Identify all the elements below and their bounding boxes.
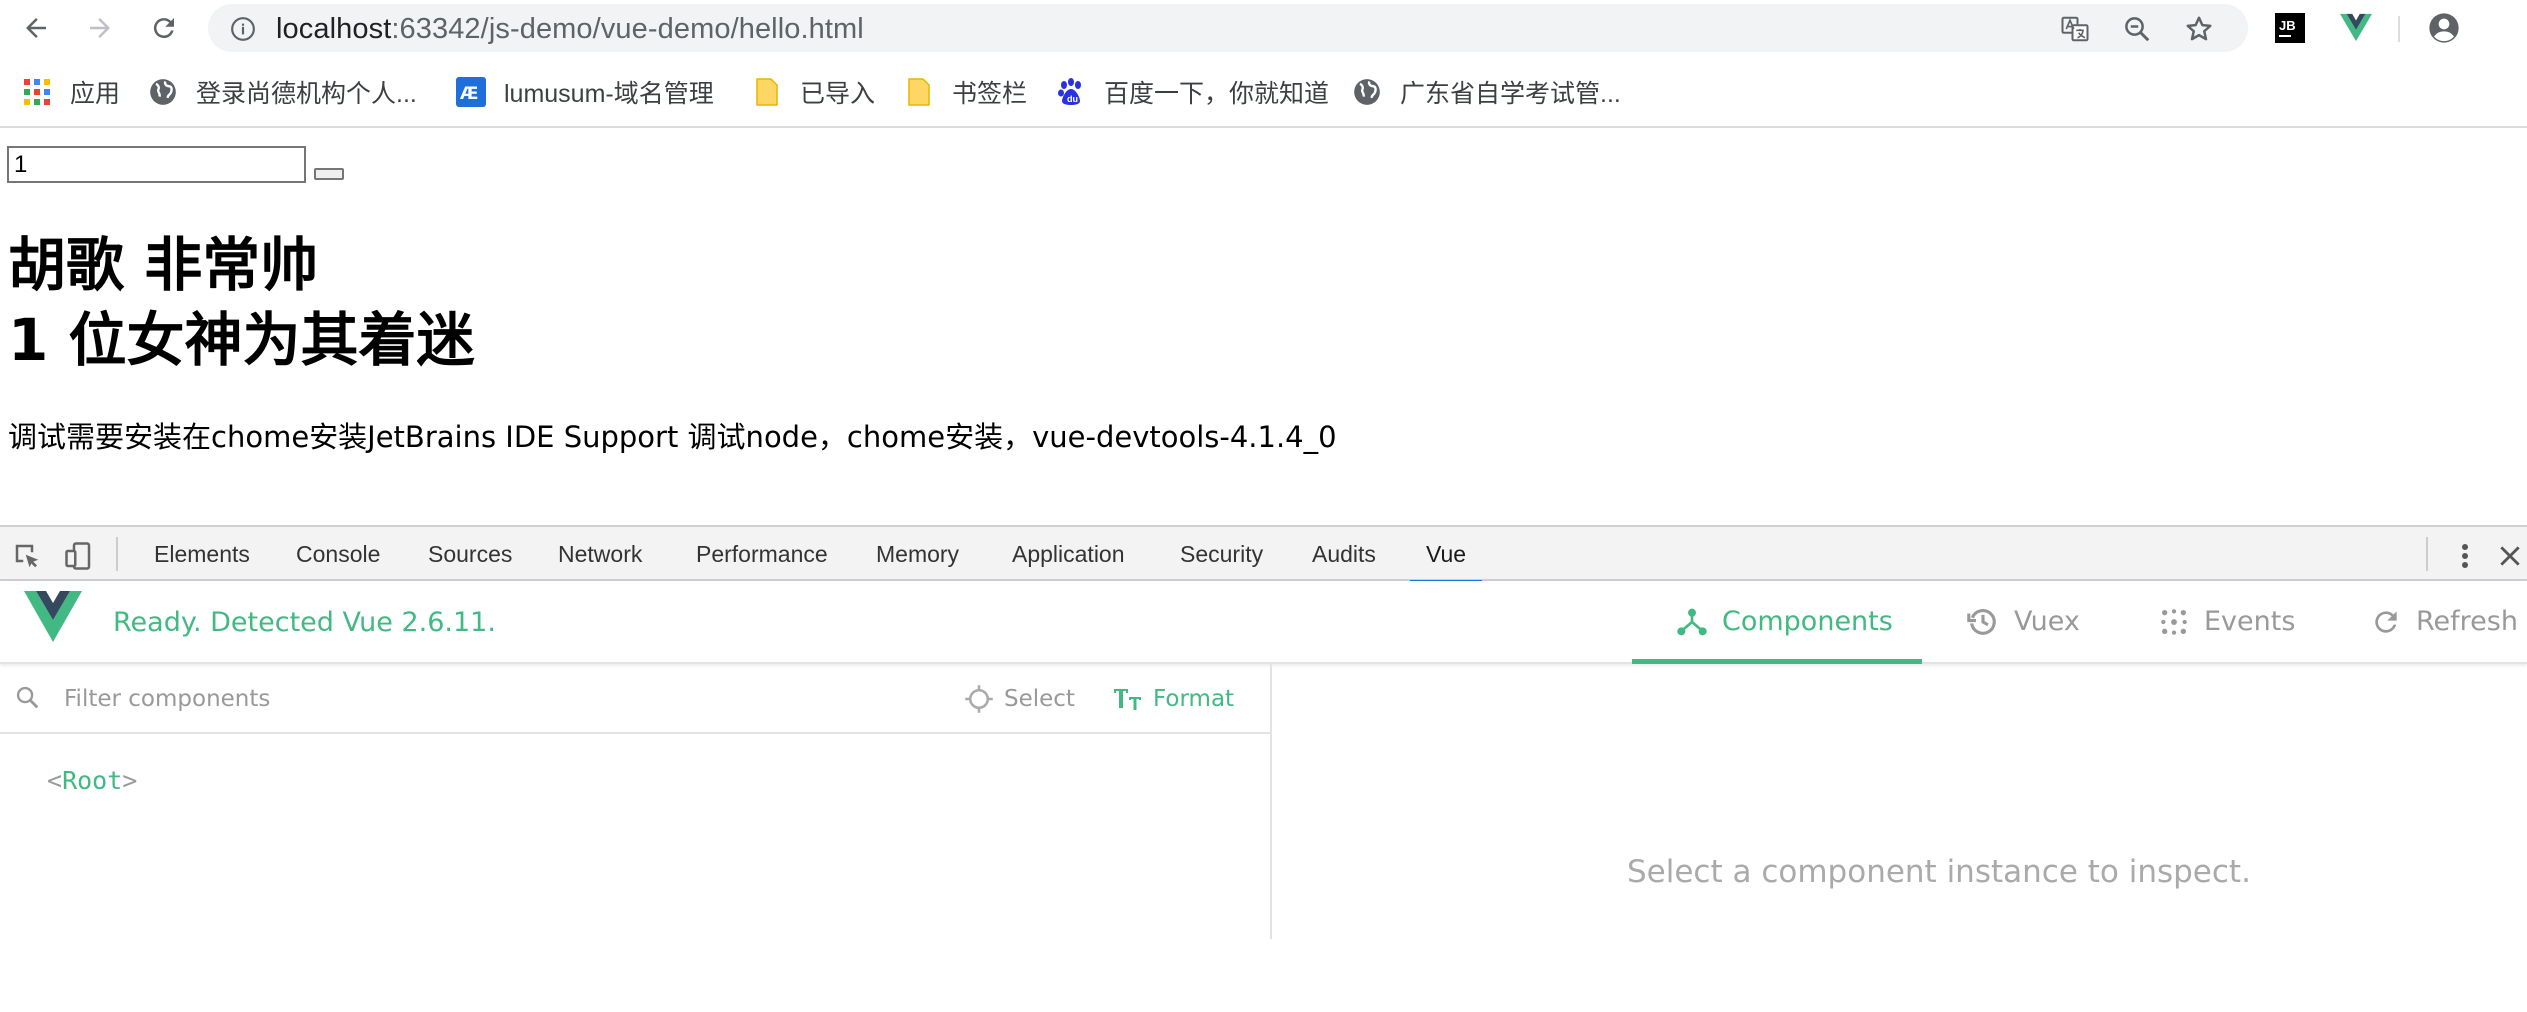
search-icon (14, 684, 42, 716)
translate-icon[interactable] (2060, 14, 2090, 44)
components-icon (1676, 606, 1708, 638)
bookmark-label: 已导入 (800, 80, 876, 108)
format-label: Format (1153, 686, 1235, 712)
tab-audits[interactable]: Audits (1312, 527, 1376, 581)
vue-nav-components[interactable]: Components (1676, 581, 1893, 662)
tabbar-divider (116, 537, 118, 571)
root-component-name: Root (62, 766, 123, 795)
page-content: 胡歌 非常帅 1 位女神为其着迷 调试需要安装在chome安装JetBrains… (0, 130, 2527, 525)
bookmarks-bar: 应用 登录尚德机构个人... Æ lumusum-域名管理 已导入 书签栏 du… (0, 56, 2527, 128)
close-devtools-icon[interactable] (2493, 539, 2527, 573)
components-pane: Select Format <Root> (0, 664, 1272, 939)
vue-nav-refresh[interactable]: Refresh (2370, 581, 2518, 662)
svg-text:Æ: Æ (460, 84, 478, 104)
toolbar-divider (2398, 16, 2400, 42)
select-label: Select (1004, 686, 1075, 712)
filter-bar: Select Format (0, 664, 1272, 734)
bookmark-label: 书签栏 (952, 80, 1028, 108)
heading-line-2: 1 位女神为其着迷 (8, 306, 475, 374)
info-icon[interactable] (230, 16, 256, 46)
vue-nav-label: Events (2204, 606, 2296, 637)
folder-icon (904, 77, 934, 107)
status-text: Ready. Detected Vue 2.6.11. (113, 607, 496, 638)
forward-arrow-icon[interactable] (80, 8, 120, 48)
bookmark-label: 百度一下，你就知道 (1104, 80, 1330, 108)
devtools-tabbar: Elements Console Sources Network Perform… (0, 527, 2527, 583)
tabbar-divider (2426, 537, 2428, 571)
text-format-icon (1113, 686, 1143, 712)
zoom-icon[interactable] (2122, 14, 2152, 44)
crosshair-icon (964, 684, 994, 714)
tab-network[interactable]: Network (558, 527, 642, 581)
globe-icon (1352, 77, 1382, 107)
bookmark-label: 广东省自学考试管... (1400, 80, 1621, 108)
url-path: :63342/js-demo/vue-demo/hello.html (391, 13, 864, 45)
folder-icon (752, 77, 782, 107)
tag-close-bracket: > (122, 766, 138, 795)
tab-elements[interactable]: Elements (154, 527, 250, 581)
svg-text:du: du (1067, 94, 1078, 104)
bookmark-guangdong[interactable]: 广东省自学考试管... (1352, 74, 1621, 110)
back-arrow-icon[interactable] (16, 8, 56, 48)
tab-security[interactable]: Security (1180, 527, 1263, 581)
vue-nav-vuex[interactable]: Vuex (1966, 581, 2080, 662)
url-host: localhost (276, 13, 392, 45)
vue-nav-label: Refresh (2416, 606, 2518, 637)
devtools-panel: Elements Console Sources Network Perform… (0, 525, 2527, 1010)
bookmark-shangde[interactable]: 登录尚德机构个人... (148, 74, 417, 110)
tab-console[interactable]: Console (296, 527, 380, 581)
history-icon (1966, 605, 2000, 639)
bookmark-folder-imported[interactable]: 已导入 (752, 74, 875, 110)
bookmark-label: 登录尚德机构个人... (196, 80, 417, 108)
browser-toolbar: localhost:63342/js-demo/vue-demo/hello.h… (0, 0, 2527, 56)
bookmark-apps[interactable]: 应用 (22, 74, 120, 110)
baidu-paw-icon: du (1056, 77, 1086, 107)
format-button[interactable]: Format (1113, 682, 1234, 716)
select-button[interactable]: Select (964, 682, 1075, 716)
component-tree-root[interactable]: <Root> (47, 766, 137, 795)
inspect-hint: Select a component instance to inspect. (1627, 854, 2251, 890)
address-bar[interactable]: localhost:63342/js-demo/vue-demo/hello.h… (208, 4, 2248, 52)
bookmark-label: lumusum-域名管理 (504, 80, 714, 108)
device-toolbar-icon[interactable] (62, 539, 96, 573)
site-icon: Æ (456, 77, 486, 107)
tab-memory[interactable]: Memory (876, 527, 959, 581)
bookmark-label: 应用 (70, 80, 121, 108)
vue-nav-label: Vuex (2014, 606, 2080, 637)
bookmark-baidu[interactable]: du 百度一下，你就知道 (1056, 74, 1329, 110)
empty-button[interactable] (314, 168, 344, 180)
account-icon[interactable] (2428, 12, 2460, 44)
tab-vue[interactable]: Vue (1409, 527, 1483, 583)
jetbrains-icon[interactable]: JB (2274, 12, 2306, 44)
star-icon[interactable] (2184, 14, 2214, 44)
inspector-pane: Select a component instance to inspect. (1274, 664, 2527, 1012)
heading-line-1: 胡歌 非常帅 (8, 231, 319, 299)
vue-logo-icon (24, 591, 82, 647)
bookmark-lumusum[interactable]: Æ lumusum-域名管理 (456, 74, 714, 110)
apps-grid-icon (22, 77, 52, 107)
tab-sources[interactable]: Sources (428, 527, 512, 581)
events-icon (2158, 606, 2190, 638)
number-input[interactable] (7, 146, 306, 183)
vue-devtools-icon[interactable] (2340, 12, 2372, 44)
globe-icon (148, 77, 178, 107)
refresh-icon (2370, 606, 2402, 638)
kebab-menu-icon[interactable] (2448, 539, 2482, 573)
url-text[interactable]: localhost:63342/js-demo/vue-demo/hello.h… (276, 14, 864, 44)
reload-icon[interactable] (144, 8, 184, 48)
tag-open-bracket: < (47, 766, 63, 795)
svg-text:JB: JB (2279, 18, 2296, 33)
vue-nav-events[interactable]: Events (2158, 581, 2295, 662)
tab-performance[interactable]: Performance (696, 527, 828, 581)
tab-application[interactable]: Application (1012, 527, 1125, 581)
vue-nav-label: Components (1722, 606, 1893, 637)
filter-components-input[interactable] (64, 683, 584, 715)
debug-note: 调试需要安装在chome安装JetBrains IDE Support 调试no… (8, 420, 1337, 454)
bookmark-folder-bar[interactable]: 书签栏 (904, 74, 1027, 110)
inspect-element-icon[interactable] (10, 539, 44, 573)
vue-devtools-header: Ready. Detected Vue 2.6.11. Components V… (0, 581, 2527, 664)
